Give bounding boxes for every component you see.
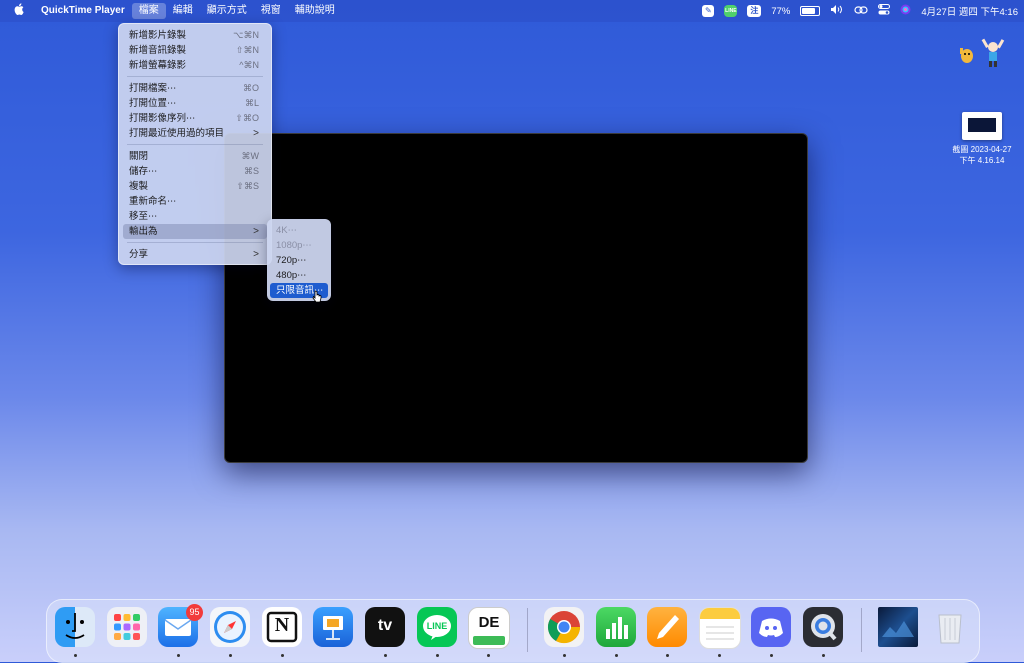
running-dot [615, 654, 618, 657]
clock[interactable]: 4月27日 週四 下午4:16 [921, 4, 1018, 18]
mail-badge: 95 [186, 604, 203, 621]
input-method-icon[interactable]: 注 [747, 5, 762, 17]
running-dot [563, 654, 566, 657]
dock-separator [527, 608, 528, 652]
menu-bar: QuickTime Player 檔案 編輯 顯示方式 視窗 輔助說明 ✎ LI… [0, 0, 1024, 22]
file-thumbnail [962, 112, 1002, 140]
running-dot [74, 654, 77, 657]
stacks-icon[interactable] [878, 607, 918, 647]
file-name-line2: 下午 4.16.14 [959, 156, 1005, 165]
battery-percent: 77% [771, 5, 791, 17]
running-dot [487, 654, 490, 657]
file-menu: 新增影片錄製 ⌥⌘N 新增音訊錄製 ⇧⌘N 新增螢幕錄影 ^⌘N 打開檔案⋯ ⌘O 打開… [118, 23, 272, 265]
app-name-menu[interactable]: QuickTime Player [34, 3, 132, 19]
running-dot [384, 654, 387, 657]
discord-icon[interactable] [751, 607, 791, 647]
menu-item-new-screen-recording[interactable]: 新增螢幕錄影 ^⌘N [123, 58, 267, 73]
menu-item-new-audio-recording[interactable]: 新增音訊錄製 ⇧⌘N [123, 43, 267, 58]
menu-help[interactable]: 輔助說明 [288, 3, 342, 19]
file-name-line1: 截圖 2023-04-27 [952, 145, 1012, 154]
desktop-stickers[interactable] [958, 36, 1008, 68]
pen-app-icon[interactable]: ✎ [702, 5, 715, 17]
running-dot [229, 654, 232, 657]
notion-icon[interactable]: N [262, 607, 302, 647]
safari-icon[interactable] [210, 607, 250, 647]
menu-separator [127, 242, 263, 243]
menu-separator [127, 76, 263, 77]
apple-icon[interactable] [0, 3, 34, 19]
submenu-item-1080p: 1080p⋯ [276, 240, 312, 251]
menu-item-duplicate[interactable]: 複製 ⇧⌘S [123, 179, 267, 194]
pages-icon[interactable] [647, 607, 687, 647]
menu-item-new-movie-recording[interactable]: 新增影片錄製 ⌥⌘N [123, 28, 267, 43]
running-dot [177, 654, 180, 657]
running-dot [281, 654, 284, 657]
dock: 95 N tv LINE DE [46, 599, 980, 663]
volume-icon[interactable] [830, 4, 844, 18]
menu-item-close[interactable]: 關閉 ⌘W [123, 149, 267, 164]
launchpad-icon[interactable] [107, 607, 147, 647]
menu-window[interactable]: 視窗 [254, 3, 288, 19]
running-dot [718, 654, 721, 657]
menu-item-open-recent[interactable]: 打開最近使用過的項目 > [123, 126, 267, 141]
apple-tv-icon[interactable]: tv [365, 607, 405, 647]
siri-icon[interactable] [900, 4, 911, 18]
submenu-item-480p[interactable]: 480p⋯ [270, 268, 328, 283]
menu-item-export-as[interactable]: 輸出為 > [123, 224, 267, 239]
submenu-item-720p[interactable]: 720p⋯ [270, 253, 328, 268]
menu-separator [127, 144, 263, 145]
running-dot [436, 654, 439, 657]
de-label: DE [478, 614, 500, 631]
apple-tv-label: tv [377, 617, 393, 634]
line-status-icon[interactable]: LINE [724, 5, 738, 17]
running-dot [822, 654, 825, 657]
quicktime-icon[interactable] [803, 607, 843, 647]
finder-icon[interactable] [55, 607, 95, 647]
control-center-icon[interactable] [878, 4, 891, 18]
numbers-icon[interactable] [596, 607, 636, 647]
menu-view[interactable]: 顯示方式 [200, 3, 254, 19]
link-icon[interactable] [854, 5, 868, 18]
running-dot [666, 654, 669, 657]
menu-item-save[interactable]: 儲存⋯ ⌘S [123, 164, 267, 179]
chrome-icon[interactable] [544, 607, 584, 647]
mouse-cursor-icon [312, 290, 322, 303]
line-icon[interactable]: LINE [417, 607, 457, 647]
de-mycoach-icon[interactable]: DE [468, 607, 510, 649]
menu-item-move-to[interactable]: 移至⋯ [123, 209, 267, 224]
line-label: LINE [426, 621, 448, 631]
menu-item-open-file[interactable]: 打開檔案⋯ ⌘O [123, 81, 267, 96]
status-area: ✎ LINE 注 77% 4月27日 週四 下午4:16 [702, 0, 1018, 22]
notion-label: N [274, 614, 290, 636]
battery-icon[interactable] [800, 6, 821, 16]
desktop-screenshot-file[interactable]: 截圖 2023-04-27 下午 4.16.14 [940, 112, 1024, 166]
menu-file[interactable]: 檔案 [131, 3, 166, 19]
keynote-icon[interactable] [313, 607, 353, 647]
export-submenu: 4K⋯ 1080p⋯ 720p⋯ 480p⋯ 只限音訊⋯ [267, 219, 331, 301]
menu-item-open-image-sequence[interactable]: 打開影像序列⋯ ⇧⌘O [123, 111, 267, 126]
trash-icon[interactable] [930, 607, 970, 647]
dock-separator [861, 608, 862, 652]
submenu-item-4k: 4K⋯ [276, 225, 298, 236]
menu-item-open-location[interactable]: 打開位置⋯ ⌘L [123, 96, 267, 111]
menu-edit[interactable]: 編輯 [166, 3, 200, 19]
running-dot [770, 654, 773, 657]
menu-item-rename[interactable]: 重新命名⋯ [123, 194, 267, 209]
notes-icon[interactable] [699, 607, 741, 649]
menu-item-share[interactable]: 分享 > [123, 247, 267, 262]
